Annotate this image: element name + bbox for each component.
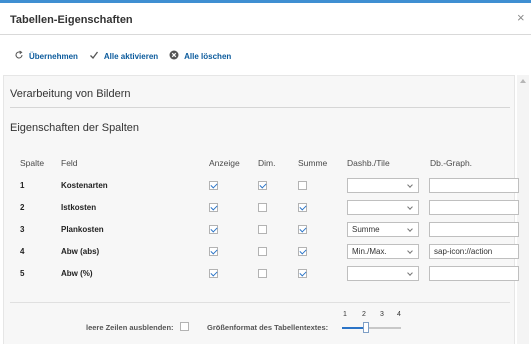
font-size-tick: 1	[343, 311, 347, 318]
activate-all-button[interactable]: Alle aktivieren	[89, 50, 158, 62]
display-checkbox[interactable]	[209, 203, 218, 212]
row-field: Plankosten	[61, 225, 104, 234]
font-size-tick: 3	[380, 311, 384, 318]
row-number: 1	[20, 181, 25, 190]
row-number: 3	[20, 225, 25, 234]
hide-empty-rows-label: leere Zeilen ausblenden:	[86, 323, 174, 332]
dashb-tile-value: Min./Max.	[352, 247, 387, 256]
db-graph-input[interactable]: sap-icon://action	[429, 244, 519, 259]
font-size-slider-fill	[342, 327, 365, 329]
dim-checkbox[interactable]	[258, 269, 267, 278]
dim-checkbox[interactable]	[258, 225, 267, 234]
sum-checkbox[interactable]	[298, 225, 307, 234]
sum-checkbox[interactable]	[298, 269, 307, 278]
chevron-down-icon	[407, 182, 413, 188]
dashb-tile-select[interactable]	[347, 200, 419, 215]
display-checkbox[interactable]	[209, 181, 218, 190]
section-column-properties: Eigenschaften der Spalten	[10, 122, 140, 134]
chevron-down-icon	[407, 270, 413, 276]
section-divider	[10, 107, 510, 108]
footer-divider	[10, 302, 510, 303]
toolbar: Übernehmen Alle aktivieren Alle löschen	[14, 49, 242, 63]
header-field: Feld	[61, 158, 78, 168]
row-field: Abw (abs)	[61, 247, 100, 256]
dashb-tile-select[interactable]: Summe	[347, 222, 419, 237]
chevron-down-icon	[407, 226, 413, 232]
clear-circle-icon	[169, 50, 179, 62]
close-icon[interactable]: ×	[517, 11, 525, 25]
apply-button[interactable]: Übernehmen	[14, 50, 78, 62]
sum-checkbox[interactable]	[298, 181, 307, 190]
row-field: Abw (%)	[61, 269, 93, 278]
hide-empty-rows-checkbox[interactable]	[180, 322, 189, 331]
dashb-tile-select[interactable]	[347, 266, 419, 281]
row-number: 5	[20, 269, 25, 278]
chevron-down-icon	[407, 248, 413, 254]
dim-checkbox[interactable]	[258, 203, 267, 212]
font-size-tick: 2	[362, 311, 366, 318]
header-display: Anzeige	[209, 158, 240, 168]
display-checkbox[interactable]	[209, 225, 218, 234]
header-db-graph: Db.-Graph.	[430, 158, 473, 168]
delete-all-label: Alle löschen	[184, 51, 232, 61]
font-size-tick: 4	[397, 311, 401, 318]
dashb-tile-value: Summe	[352, 225, 380, 234]
font-size-slider-handle[interactable]	[363, 322, 369, 333]
display-checkbox[interactable]	[209, 269, 218, 278]
db-graph-input[interactable]	[429, 178, 519, 193]
title-divider	[0, 34, 531, 35]
refresh-icon	[14, 50, 24, 62]
display-checkbox[interactable]	[209, 247, 218, 256]
header-dashb-tile: Dashb./Tile	[347, 158, 390, 168]
dialog-accent-line	[0, 0, 531, 3]
dashb-tile-select[interactable]: Min./Max.	[347, 244, 419, 259]
dialog-title: Tabellen-Eigenschaften	[10, 14, 133, 26]
scroll-up-icon[interactable]	[520, 79, 526, 83]
checkmark-icon	[89, 50, 99, 62]
activate-all-label: Alle aktivieren	[103, 51, 159, 61]
db-graph-input[interactable]	[429, 222, 519, 237]
dashb-tile-select[interactable]	[347, 178, 419, 193]
font-size-label: Größenformat des Tabellentextes:	[207, 323, 329, 332]
header-sum: Summe	[298, 158, 328, 168]
row-field: Kostenarten	[61, 181, 108, 190]
row-field: Istkosten	[61, 203, 97, 212]
header-dim: Dim.	[258, 158, 276, 168]
apply-label: Übernehmen	[29, 51, 78, 61]
font-size-slider-track[interactable]	[342, 327, 401, 329]
db-graph-input[interactable]	[429, 200, 519, 215]
row-number: 2	[20, 203, 25, 212]
chevron-down-icon	[407, 204, 413, 210]
dim-checkbox[interactable]	[258, 181, 267, 190]
sum-checkbox[interactable]	[298, 247, 307, 256]
row-number: 4	[20, 247, 25, 256]
db-graph-input[interactable]	[429, 266, 519, 281]
sum-checkbox[interactable]	[298, 203, 307, 212]
section-image-processing[interactable]: Verarbeitung von Bildern	[10, 88, 130, 100]
dim-checkbox[interactable]	[258, 247, 267, 256]
delete-all-button[interactable]: Alle löschen	[169, 50, 231, 62]
header-column: Spalte	[20, 158, 45, 168]
